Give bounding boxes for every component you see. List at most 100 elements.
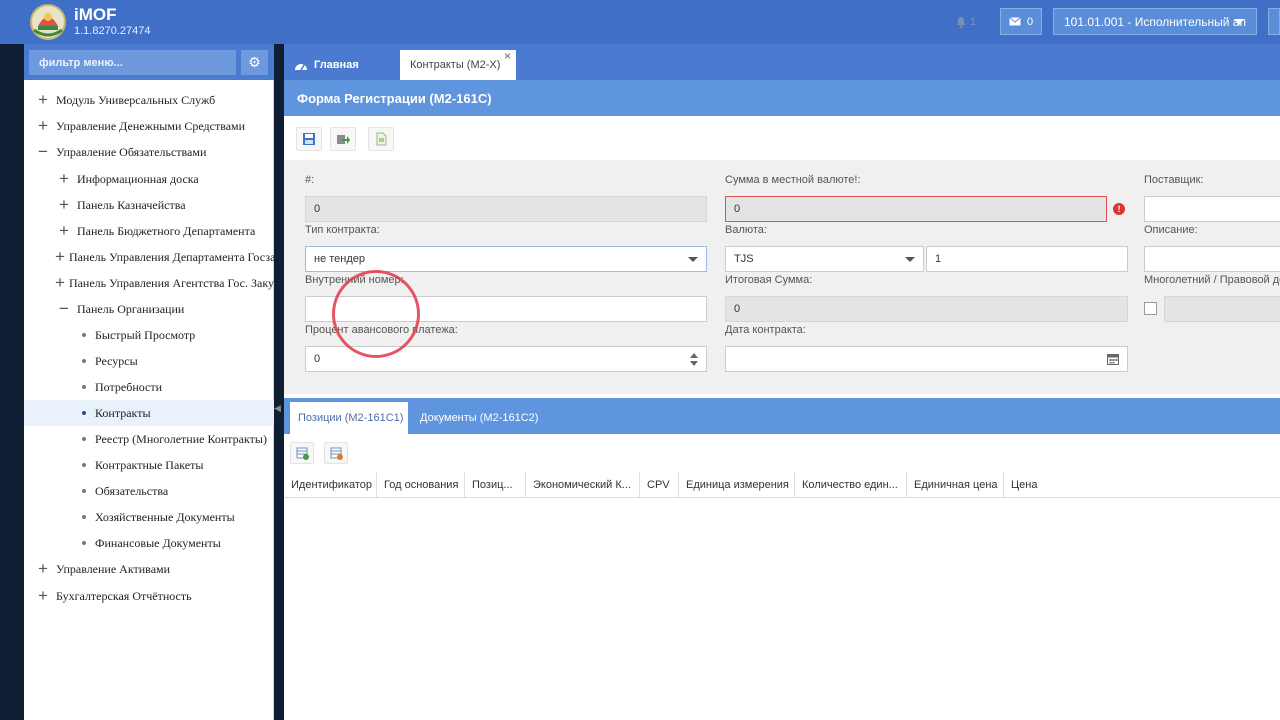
sidebar-item-label: Информационная доска (77, 171, 199, 186)
bullet-icon (79, 408, 89, 418)
calendar-icon[interactable] (1107, 353, 1119, 365)
sidebar-item-contracts[interactable]: Контракты (24, 400, 274, 426)
sidebar-item-obligations[interactable]: Обязательства (79, 478, 274, 504)
tab-documents[interactable]: Документы (M2-161C2) (412, 402, 552, 434)
sidebar-item-label: Финансовые Документы (95, 535, 221, 550)
submit-button[interactable] (330, 127, 356, 151)
user-menu-button[interactable] (1268, 8, 1280, 35)
messages-button[interactable]: 0 (1000, 8, 1042, 35)
internal-number-label: Внутренний номер: (305, 274, 404, 286)
menu-filter-input[interactable] (29, 50, 236, 75)
top-bar: iMOF 1.1.8270.27474 1 0 101.01.001 - Исп… (0, 0, 1280, 44)
delete-row-icon (330, 447, 343, 460)
contract-date-picker[interactable] (725, 346, 1128, 372)
minus-icon: − (38, 142, 48, 161)
sidebar-item-treasury-panel[interactable]: + Панель Казначейства (55, 192, 274, 218)
sidebar-item-contract-packages[interactable]: Контрактные Пакеты (79, 452, 274, 478)
local-sum-field: 0 (725, 196, 1107, 222)
sidebar-item-info-board[interactable]: + Информационная доска (55, 166, 274, 192)
currency-value: TJS (734, 253, 754, 265)
column-header[interactable]: Количество един... (795, 472, 907, 498)
sidebar-item-organization-panel[interactable]: − Панель Организации (55, 296, 274, 322)
currency-label: Валюта: (725, 224, 767, 236)
chevron-down-icon (688, 257, 698, 262)
main-content: Главная Контракты (M2-X) × Форма Регистр… (284, 44, 1280, 720)
column-header[interactable]: CPV (640, 472, 679, 498)
save-button[interactable] (296, 127, 322, 151)
error-icon: ! (1113, 203, 1125, 215)
column-header[interactable]: Год основания (377, 472, 465, 498)
spinner-arrows-icon[interactable] (690, 353, 698, 366)
sidebar-item-universal-services[interactable]: + Модуль Универсальных Служб (34, 87, 274, 113)
column-header[interactable]: Единица измерения (679, 472, 795, 498)
plus-icon: + (38, 586, 48, 605)
form-title: Форма Регистрации (M2-161C) (284, 80, 1280, 116)
advance-percent-value: 0 (314, 353, 321, 365)
grid-toolbar (284, 434, 1280, 472)
column-header[interactable]: Экономический К... (526, 472, 640, 498)
arrow-right-icon (337, 135, 350, 144)
description-label: Описание: (1144, 224, 1198, 236)
sidebar-item-accounting-reports[interactable]: + Бухгалтерская Отчётность (34, 583, 274, 609)
add-row-icon (296, 447, 309, 460)
delete-row-button[interactable] (324, 442, 348, 464)
plus-icon: + (38, 116, 48, 135)
tab-contracts[interactable]: Контракты (M2-X) × (400, 49, 516, 80)
advance-percent-stepper[interactable]: 0 (305, 346, 707, 372)
sub-tab-bar: Позиции (M2-161C1) Документы (M2-161C2) (284, 398, 1280, 434)
new-document-button[interactable] (368, 127, 394, 151)
bullet-icon (79, 538, 89, 548)
column-header[interactable]: Позиц... (465, 472, 526, 498)
sidebar-item-procurement-dept-panel[interactable]: +Панель Управления Департамента Госзакуп… (55, 244, 274, 270)
sidebar-collapse-handle[interactable]: ◀ (274, 403, 282, 419)
add-row-button[interactable] (290, 442, 314, 464)
sidebar-item-label: Панель Организации (77, 301, 185, 316)
sidebar-item-multiyear-registry[interactable]: Реестр (Многолетние Контракты) (79, 426, 274, 452)
messages-count: 0 (1026, 15, 1034, 28)
sidebar-item-cash-management[interactable]: + Управление Денежными Средствами (34, 113, 274, 139)
close-icon[interactable]: × (504, 49, 511, 63)
sidebar-item-budget-panel[interactable]: + Панель Бюджетного Департамента (55, 218, 274, 244)
notifications-button[interactable]: 1 (945, 10, 987, 34)
column-header[interactable]: Идентификатор (284, 472, 377, 498)
internal-number-input[interactable] (305, 296, 707, 322)
contract-type-value: не тендер (314, 253, 366, 265)
bullet-icon (79, 356, 89, 366)
sidebar-item-label: Ресурсы (95, 353, 138, 368)
currency-select[interactable]: TJS (725, 246, 924, 272)
organization-select[interactable]: 101.01.001 - Исполнительный ап (1053, 8, 1257, 35)
sidebar-item-procurement-agency-panel[interactable]: + Панель Управления Агентства Гос. Закупо… (55, 270, 274, 296)
bullet-icon (79, 382, 89, 392)
column-header[interactable]: Единичная цена (907, 472, 1004, 498)
local-sum-label: Сумма в местной валюте!: (725, 174, 861, 186)
tab-positions[interactable]: Позиции (M2-161C1) (290, 402, 408, 434)
bullet-icon (79, 434, 89, 444)
sidebar-item-needs[interactable]: Потребности (79, 374, 274, 400)
contract-type-select[interactable]: не тендер (305, 246, 707, 272)
plus-icon: + (55, 273, 65, 292)
sidebar-item-business-documents[interactable]: Хозяйственные Документы (79, 504, 274, 530)
plus-icon: + (59, 221, 69, 240)
column-header[interactable]: Цена (1004, 472, 1064, 498)
form-toolbar (284, 116, 1280, 160)
sidebar-item-label: Панель Управления Департамента Госзакупо… (68, 249, 274, 264)
sidebar-item-resources[interactable]: Ресурсы (79, 348, 274, 374)
description-input[interactable] (1144, 246, 1280, 272)
exchange-rate-input[interactable]: 1 (926, 246, 1128, 272)
sidebar-item-asset-management[interactable]: + Управление Активами (34, 556, 274, 582)
tab-bar: Главная Контракты (M2-X) × (284, 44, 1280, 80)
gear-icon[interactable]: ⚙ (241, 50, 268, 75)
plus-icon: + (38, 90, 48, 109)
tab-home[interactable]: Главная (284, 50, 396, 80)
dashboard-icon (295, 63, 307, 70)
sidebar-item-commitments[interactable]: − Управление Обязательствами (34, 139, 274, 165)
sidebar-item-quick-view[interactable]: Быстрый Просмотр (79, 322, 274, 348)
supplier-label: Поставщик: (1144, 174, 1204, 186)
supplier-input[interactable] (1144, 196, 1280, 222)
multiyear-label: Многолетний / Правовой до (1144, 274, 1280, 286)
envelope-icon (1009, 17, 1021, 26)
multiyear-checkbox[interactable] (1144, 302, 1157, 315)
sidebar-item-financial-documents[interactable]: Финансовые Документы (79, 530, 274, 556)
save-icon (303, 133, 315, 145)
sidebar-item-label: Управление Обязательствами (56, 144, 207, 159)
